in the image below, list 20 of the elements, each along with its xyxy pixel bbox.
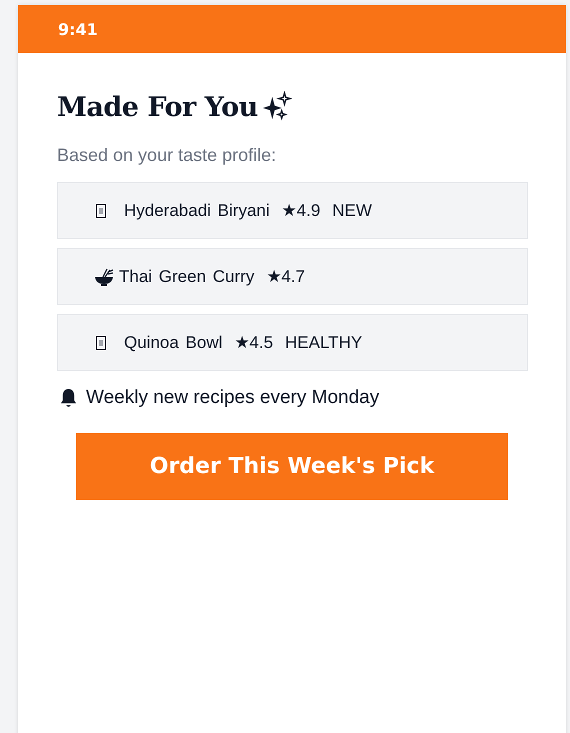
recipe-card[interactable]: Thai Green Curry ★4.7 — [57, 248, 528, 305]
recipe-tag: HEALTHY — [285, 332, 362, 352]
bell-icon — [59, 388, 78, 408]
recipe-name: Hyderabadi Biryani — [124, 200, 270, 220]
recipe-card[interactable]: Hyderabadi Biryani ★4.9 NEW — [57, 182, 528, 239]
subtitle: Based on your taste profile: — [57, 145, 278, 166]
notice-text: Weekly new recipes every Monday — [86, 387, 380, 409]
recipe-name: Thai Green Curry — [119, 266, 254, 286]
missing-glyph-icon — [96, 336, 106, 350]
status-time: 9:41 — [58, 20, 98, 38]
recipe-card[interactable]: Quinoa Bowl ★4.5 HEALTHY — [57, 314, 528, 371]
sparkles-icon — [262, 91, 292, 123]
recipe-rating: ★4.9 — [282, 200, 320, 221]
noodle-bowl-icon — [94, 268, 114, 286]
recipe-rating: ★4.7 — [266, 266, 305, 287]
recipe-rating: ★4.5 — [234, 332, 274, 353]
page-title: Made For You — [57, 92, 258, 122]
recipe-tag: NEW — [332, 200, 372, 220]
missing-glyph-icon — [96, 204, 106, 218]
recipe-name: Quinoa Bowl — [124, 332, 222, 352]
